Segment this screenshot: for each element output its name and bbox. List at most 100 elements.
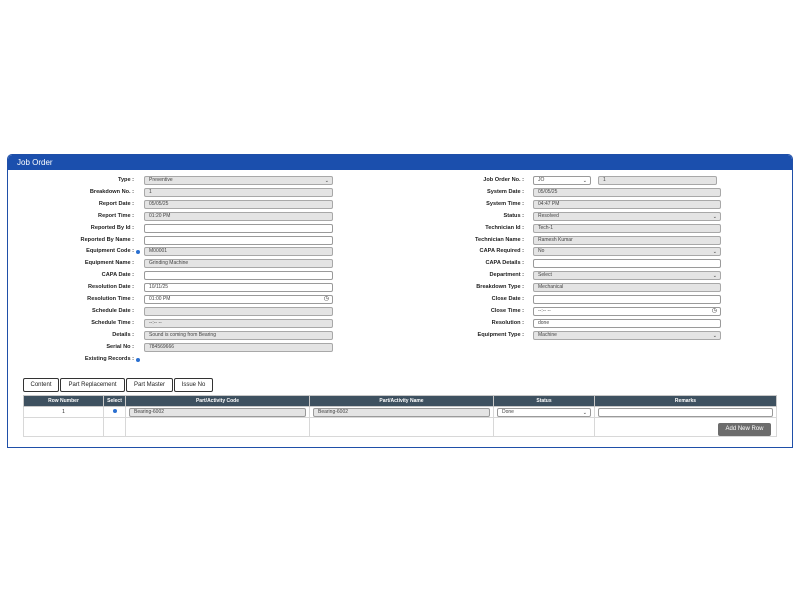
remarks-cell — [594, 406, 777, 418]
table-header-row: Row Number Select Part/Activity Code Par… — [23, 395, 777, 407]
left-value-13: Sound is coming from Bearing — [149, 331, 216, 338]
right-label-11: Close Time : — [490, 307, 524, 314]
left-label-15: Existing Records : — [84, 355, 134, 362]
left-field-11[interactable] — [144, 306, 333, 316]
left-field-3[interactable]: 01:20 PM — [144, 211, 333, 221]
right-field-10[interactable] — [533, 295, 721, 304]
right-label-8: Department : — [489, 272, 525, 279]
col-status: Status — [493, 395, 595, 407]
left-label-0: Type : — [117, 177, 134, 183]
col-part-code: Part/Activity Code — [125, 395, 310, 407]
left-label-11: Schedule Date : — [92, 307, 134, 314]
right-value-2: 04:47 PM — [538, 200, 560, 207]
clock-icon[interactable]: ◷ — [324, 296, 329, 303]
tab-content[interactable]: Content — [23, 378, 59, 392]
left-field-10[interactable]: 01:00 PM ◷ — [144, 295, 333, 304]
right-label-13: Equipment Type : — [477, 331, 524, 338]
empty-cell — [103, 417, 126, 437]
col-part-name: Part/Activity Name — [309, 395, 494, 407]
chevron-down-icon: ⌄ — [712, 273, 717, 280]
row-select-radio[interactable] — [112, 409, 117, 413]
job-order-number-field[interactable]: 1 — [598, 176, 717, 185]
right-field-3[interactable]: Resolved ⌄ — [533, 211, 721, 221]
right-field-7[interactable] — [533, 259, 721, 269]
part-code-field[interactable]: Bearing-6002 — [129, 407, 306, 417]
row-select-cell — [103, 406, 126, 418]
right-value-9: Mechanical — [538, 284, 564, 291]
right-label-0: Job Order No. : — [483, 177, 524, 183]
clock-icon[interactable]: ◷ — [712, 308, 717, 315]
left-value-1: 1 — [149, 188, 152, 195]
chevron-down-icon: ⌄ — [582, 409, 587, 416]
empty-cell — [23, 417, 104, 437]
chevron-down-icon: ⌄ — [712, 249, 717, 256]
right-label-10: Close Date : — [491, 296, 524, 302]
right-field-9[interactable]: Mechanical — [533, 283, 721, 293]
left-value-7: Grinding Machine — [149, 260, 189, 267]
chevron-down-icon: ⌄ — [324, 178, 329, 184]
right-field-8[interactable]: Select ⌄ — [533, 271, 721, 281]
left-field-2[interactable]: 05/05/25 — [144, 199, 333, 209]
right-value-6: No — [538, 248, 545, 255]
left-value-0: Preventive — [149, 177, 173, 183]
left-label-2: Report Date : — [98, 200, 134, 207]
right-field-13[interactable]: Machine ⌄ — [533, 330, 721, 340]
right-field-6[interactable]: No ⌄ — [533, 247, 721, 257]
tab-part-master[interactable]: Part Master — [126, 378, 173, 392]
col-select: Select — [103, 395, 126, 407]
left-label-9: Resolution Date : — [88, 284, 134, 291]
left-field-12[interactable]: --:-- -- — [144, 318, 333, 328]
right-field-5[interactable]: Ramesh Kumar — [533, 235, 721, 245]
remarks-field[interactable] — [598, 407, 773, 417]
right-value-4: Tech-1 — [538, 224, 554, 231]
left-value-12: --:-- -- — [149, 319, 162, 326]
left-field-5[interactable] — [144, 235, 333, 245]
row-status-select[interactable]: Done ⌄ — [497, 407, 591, 417]
right-value-8: Select — [538, 272, 552, 279]
status-cell: Done ⌄ — [493, 406, 595, 418]
left-field-9[interactable]: 10/11/25 — [144, 283, 333, 293]
right-value-5: Ramesh Kumar — [538, 236, 573, 243]
left-label-4: Reported By Id : — [90, 224, 134, 231]
tab-issue-no[interactable]: Issue No — [174, 378, 213, 392]
part-name-field[interactable]: Bearing-6002 — [313, 407, 490, 417]
left-field-1[interactable]: 1 — [144, 187, 333, 197]
existing-records-icon[interactable] — [136, 357, 140, 362]
right-field-11[interactable]: --:-- -- ◷ — [533, 306, 721, 316]
row-status-value: Done — [502, 408, 514, 415]
left-value-2: 05/05/25 — [149, 200, 169, 207]
left-label-3: Report Time : — [98, 212, 134, 219]
right-value-1: 05/05/25 — [538, 188, 558, 195]
tab-part-replacement[interactable]: Part Replacement — [60, 378, 125, 392]
panel-title: Job Order — [8, 155, 792, 170]
right-label-4: Technician Id : — [485, 224, 524, 231]
empty-cell — [309, 417, 494, 437]
left-label-6: Equipment Code : — [86, 248, 134, 255]
right-field-1[interactable]: 05/05/25 — [533, 187, 721, 197]
left-label-13: Details : — [112, 331, 134, 338]
left-field-0[interactable]: Preventive ⌄ — [144, 176, 333, 185]
left-label-10: Resolution Time : — [87, 296, 134, 302]
left-field-7[interactable]: Grinding Machine — [144, 259, 333, 269]
right-field-12[interactable]: done — [533, 318, 721, 328]
empty-cell — [493, 417, 595, 437]
row-number: 1 — [23, 406, 104, 418]
left-field-6[interactable]: M00001 — [144, 247, 333, 257]
left-value-6: M00001 — [149, 248, 168, 255]
left-field-8[interactable] — [144, 271, 333, 281]
left-field-14[interactable]: 784569666 — [144, 342, 333, 352]
right-field-2[interactable]: 04:47 PM — [533, 199, 721, 209]
left-label-1: Breakdown No. : — [89, 188, 134, 195]
left-value-14: 784569666 — [149, 343, 175, 350]
left-value-3: 01:20 PM — [149, 212, 171, 219]
right-label-5: Technician Name : — [474, 236, 524, 243]
left-label-5: Reported By Name : — [80, 236, 134, 243]
right-label-2: System Time : — [486, 200, 524, 207]
chevron-down-icon: ⌄ — [712, 213, 717, 220]
right-field-4[interactable]: Tech-1 — [533, 223, 721, 233]
left-field-4[interactable] — [144, 223, 333, 233]
add-new-row-button[interactable]: Add New Row — [718, 423, 771, 436]
left-label-8: CAPA Date : — [101, 272, 134, 279]
left-field-13[interactable]: Sound is coming from Bearing — [144, 330, 333, 340]
job-order-prefix-select[interactable]: JO ⌄ — [533, 176, 591, 185]
